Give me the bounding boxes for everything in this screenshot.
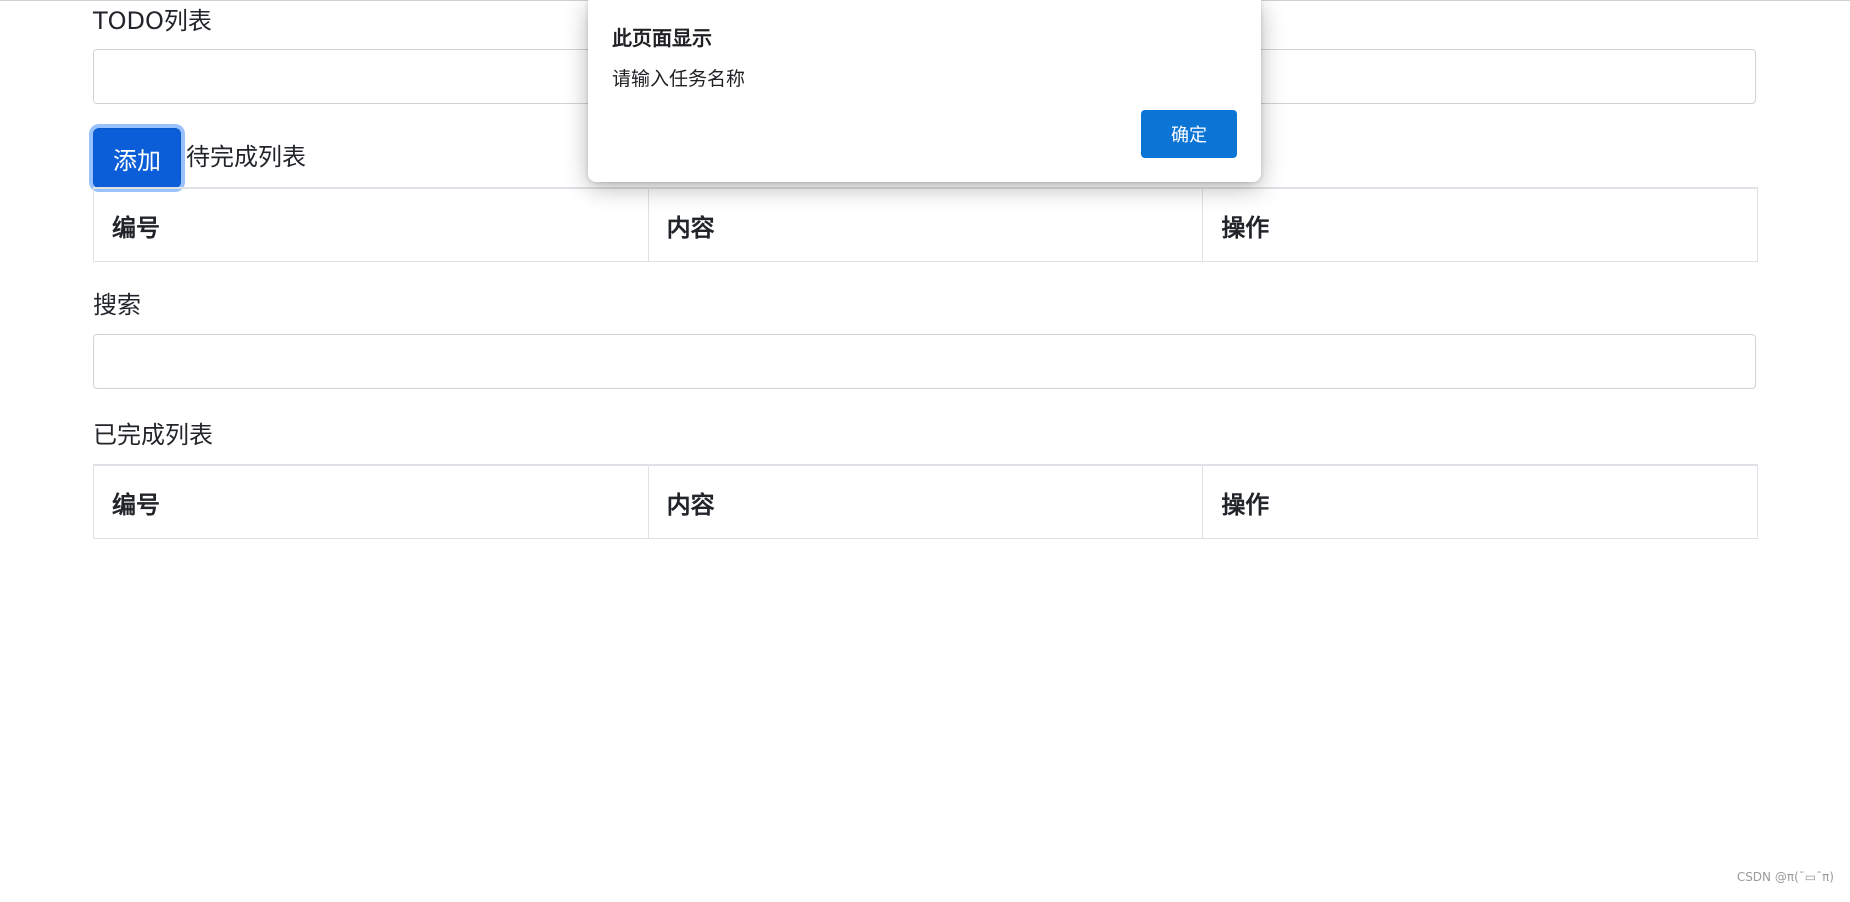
done-col-action: 操作 bbox=[1202, 464, 1758, 539]
done-table-header-row: 编号 内容 操作 bbox=[93, 464, 1758, 539]
watermark: CSDN @π(ˉ▭ˉπ) bbox=[1736, 870, 1834, 884]
pending-col-content: 内容 bbox=[647, 187, 1204, 262]
done-table: 编号 内容 操作 bbox=[93, 464, 1758, 539]
pending-col-action: 操作 bbox=[1202, 187, 1758, 262]
add-button[interactable]: 添加 bbox=[93, 128, 181, 188]
dialog-ok-button[interactable]: 确定 bbox=[1141, 110, 1237, 158]
alert-dialog: 此页面显示 请输入任务名称 确定 bbox=[588, 0, 1261, 182]
todo-label: TODO列表 bbox=[93, 7, 212, 35]
done-list-label: 已完成列表 bbox=[93, 421, 213, 449]
search-input[interactable] bbox=[93, 334, 1756, 389]
done-col-number: 编号 bbox=[93, 464, 649, 539]
dialog-message: 请输入任务名称 bbox=[612, 68, 746, 90]
page: TODO列表 添加 待完成列表 编号 内容 操作 搜索 已完成列表 编号 内容 … bbox=[0, 0, 1850, 902]
pending-table: 编号 内容 操作 bbox=[93, 187, 1758, 262]
pending-col-number: 编号 bbox=[93, 187, 649, 262]
dialog-title: 此页面显示 bbox=[612, 26, 712, 50]
search-label: 搜索 bbox=[93, 291, 141, 319]
pending-table-header-row: 编号 内容 操作 bbox=[93, 187, 1758, 262]
done-col-content: 内容 bbox=[647, 464, 1204, 539]
pending-list-label: 待完成列表 bbox=[186, 143, 306, 171]
